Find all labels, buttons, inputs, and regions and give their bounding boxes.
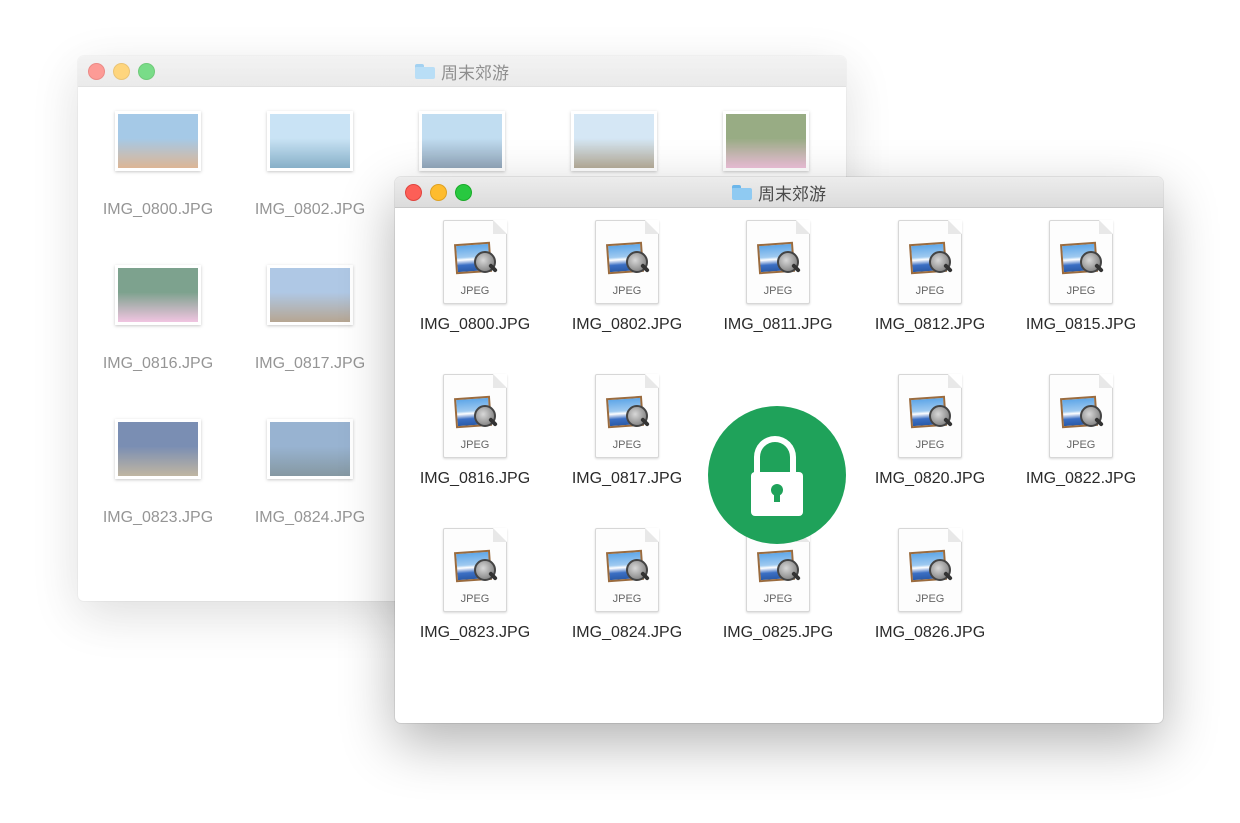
jpeg-file-icon: JPEG — [898, 374, 962, 458]
file-type-label: JPEG — [763, 593, 793, 605]
file-type-label: JPEG — [612, 439, 642, 451]
file-name: IMG_0812.JPG — [874, 316, 986, 333]
page-fold — [645, 220, 659, 234]
file-type-label: JPEG — [460, 439, 490, 451]
file-grid: JPEG IMG_0826.JPG JPEG IMG_0825.JPG JPEG IMG_… — [395, 208, 1163, 723]
jpeg-file-icon: JPEG — [443, 374, 507, 458]
file-type-label: JPEG — [1066, 439, 1096, 451]
file-type-label: JPEG — [915, 285, 945, 297]
page-fold — [645, 528, 659, 542]
page-fold — [493, 528, 507, 542]
file-type-label: JPEG — [612, 285, 642, 297]
file-type-label: JPEG — [915, 593, 945, 605]
image-thumbnail — [723, 111, 809, 171]
keyhole-icon — [771, 484, 783, 502]
file-item[interactable]: JPEG IMG_0825.JPG — [702, 528, 854, 642]
file-name: IMG_0815.JPG — [1025, 316, 1137, 333]
file-type-label: JPEG — [915, 439, 945, 451]
file-item[interactable]: JPEG IMG_0800.JPG — [399, 220, 551, 334]
lock-body — [751, 472, 803, 516]
page-fold — [645, 374, 659, 388]
file-item[interactable]: JPEG IMG_0826.JPG — [854, 528, 1006, 642]
file-name: IMG_0822.JPG — [1025, 470, 1137, 487]
jpeg-file-icon: JPEG — [443, 220, 507, 304]
jpeg-file-icon: JPEG — [443, 528, 507, 612]
file-item[interactable]: IMG_0800.JPG — [82, 111, 234, 219]
file-type-label: JPEG — [763, 285, 793, 297]
file-item[interactable]: JPEG IMG_0815.JPG — [1005, 220, 1157, 334]
page-fold — [796, 220, 810, 234]
page-fold — [948, 220, 962, 234]
page-fold — [948, 374, 962, 388]
folder-icon — [415, 63, 435, 79]
finder-window-front: 周末郊游 JPEG IMG_0826.JPG JPEG IMG_0825.JPG JPE… — [395, 177, 1163, 723]
file-name: IMG_0816.JPG — [102, 355, 214, 372]
file-name: IMG_0824.JPG — [254, 509, 366, 526]
file-item[interactable]: IMG_0817.JPG — [234, 265, 386, 373]
file-item[interactable]: IMG_0802.JPG — [234, 111, 386, 219]
file-name: IMG_0811.JPG — [723, 316, 833, 333]
image-thumbnail — [115, 265, 201, 325]
file-name: IMG_0823.JPG — [419, 624, 531, 641]
file-name: IMG_0800.JPG — [102, 201, 214, 218]
file-name: IMG_0823.JPG — [102, 509, 214, 526]
jpeg-file-icon: JPEG — [1049, 374, 1113, 458]
window-title-text: 周末郊游 — [758, 184, 826, 204]
file-type-label: JPEG — [460, 593, 490, 605]
jpeg-file-icon: JPEG — [746, 220, 810, 304]
title-bar: 周末郊游 — [78, 56, 846, 87]
page-fold — [1099, 374, 1113, 388]
file-name: IMG_0802.JPG — [571, 316, 683, 333]
lock-icon — [708, 406, 846, 544]
page-fold — [948, 528, 962, 542]
title-bar: 周末郊游 — [395, 177, 1163, 208]
window-title: 周末郊游 — [395, 177, 1163, 207]
image-thumbnail — [115, 419, 201, 479]
file-item[interactable]: IMG_0816.JPG — [82, 265, 234, 373]
file-item[interactable]: IMG_0823.JPG — [82, 419, 234, 527]
page-fold — [493, 374, 507, 388]
screenshot-stage: 周末郊游 IMG_0800.JPG IMG_0802.JPG IMG_0811.JP… — [0, 0, 1240, 823]
file-item[interactable]: JPEG IMG_0812.JPG — [854, 220, 1006, 334]
image-thumbnail — [267, 265, 353, 325]
image-thumbnail — [571, 111, 657, 171]
file-item[interactable]: JPEG IMG_0823.JPG — [399, 528, 551, 642]
file-name: IMG_0816.JPG — [419, 470, 531, 487]
image-thumbnail — [267, 419, 353, 479]
file-item[interactable]: JPEG IMG_0824.JPG — [551, 528, 703, 642]
file-type-label: JPEG — [1066, 285, 1096, 297]
file-name: IMG_0826.JPG — [874, 624, 986, 641]
file-item[interactable]: JPEG IMG_0811.JPG — [702, 220, 854, 334]
file-name: IMG_0825.JPG — [722, 624, 834, 641]
jpeg-file-icon: JPEG — [595, 528, 659, 612]
jpeg-file-icon: JPEG — [898, 220, 962, 304]
file-item[interactable]: JPEG IMG_0816.JPG — [399, 374, 551, 488]
jpeg-file-icon: JPEG — [898, 528, 962, 612]
jpeg-file-icon: JPEG — [1049, 220, 1113, 304]
file-name: IMG_0817.JPG — [571, 470, 683, 487]
file-name: IMG_0820.JPG — [874, 470, 986, 487]
folder-icon — [732, 184, 752, 200]
window-title: 周末郊游 — [78, 56, 846, 86]
jpeg-file-icon: JPEG — [595, 374, 659, 458]
window-title-text: 周末郊游 — [441, 63, 509, 83]
image-thumbnail — [267, 111, 353, 171]
jpeg-file-icon: JPEG — [595, 220, 659, 304]
image-thumbnail — [419, 111, 505, 171]
file-name: IMG_0800.JPG — [419, 316, 531, 333]
file-name: IMG_0824.JPG — [571, 624, 683, 641]
file-name: IMG_0802.JPG — [254, 201, 366, 218]
file-type-label: JPEG — [460, 285, 490, 297]
page-fold — [493, 220, 507, 234]
file-item[interactable]: JPEG IMG_0822.JPG — [1005, 374, 1157, 488]
page-fold — [1099, 220, 1113, 234]
file-item[interactable]: JPEG IMG_0802.JPG — [551, 220, 703, 334]
file-type-label: JPEG — [612, 593, 642, 605]
file-item[interactable]: JPEG IMG_0820.JPG — [854, 374, 1006, 488]
file-item[interactable]: IMG_0824.JPG — [234, 419, 386, 527]
image-thumbnail — [115, 111, 201, 171]
file-name: IMG_0817.JPG — [254, 355, 366, 372]
file-item[interactable]: JPEG IMG_0817.JPG — [551, 374, 703, 488]
